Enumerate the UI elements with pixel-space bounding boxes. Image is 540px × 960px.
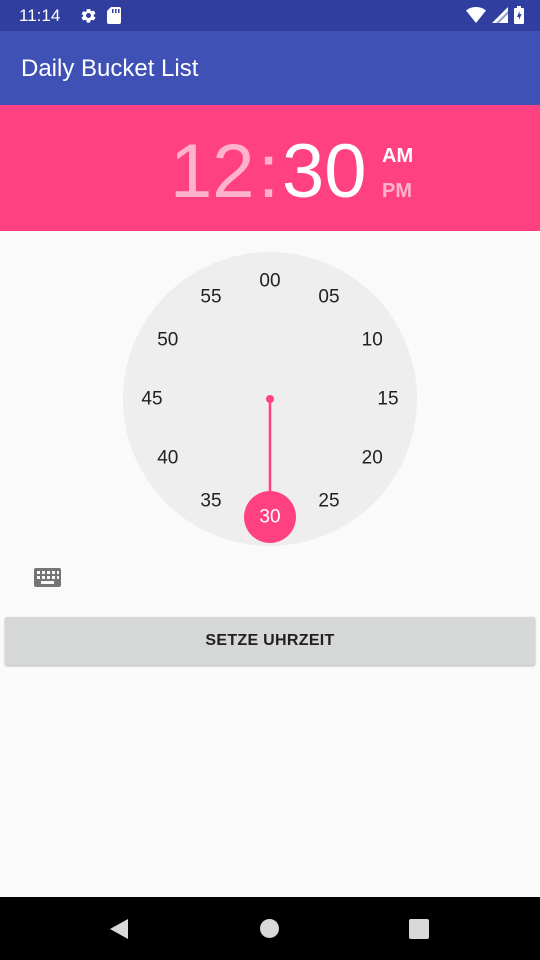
dial-label-15[interactable]: 15 (377, 389, 398, 410)
dial-label-30[interactable]: 30 (259, 507, 280, 528)
dial-label-35[interactable]: 35 (200, 491, 221, 512)
home-icon[interactable] (259, 918, 280, 944)
app-bar: Daily Bucket List (0, 31, 540, 105)
dial-label-20[interactable]: 20 (362, 448, 383, 469)
navigation-bar (0, 897, 540, 960)
app-title: Daily Bucket List (21, 55, 199, 82)
minute-dial[interactable]: 00 05 10 15 20 25 30 35 40 45 50 55 (123, 252, 417, 546)
dial-label-40[interactable]: 40 (157, 448, 178, 469)
gear-icon (80, 7, 97, 29)
battery-icon (514, 6, 524, 29)
am-toggle[interactable]: AM (382, 145, 413, 168)
recents-icon[interactable] (409, 919, 429, 944)
time-header: 12 : 30 AM PM (0, 105, 540, 231)
dial-label-25[interactable]: 25 (318, 491, 339, 512)
wifi-icon (466, 7, 486, 28)
hour-display[interactable]: 12 (170, 132, 255, 212)
dial-label-05[interactable]: 05 (318, 286, 339, 307)
dial-center (266, 395, 274, 403)
back-icon[interactable] (108, 918, 130, 945)
minute-display[interactable]: 30 (282, 132, 367, 212)
keyboard-icon[interactable] (34, 568, 61, 592)
sd-card-icon (107, 7, 121, 29)
status-time: 11:14 (19, 6, 61, 25)
dial-label-50[interactable]: 50 (157, 330, 178, 351)
signal-icon (492, 7, 508, 28)
dial-label-55[interactable]: 55 (200, 286, 221, 307)
dial-label-45[interactable]: 45 (141, 389, 162, 410)
status-bar: 11:14 (0, 0, 540, 31)
dial-label-00[interactable]: 00 (259, 271, 280, 292)
time-separator: : (258, 129, 280, 214)
set-time-button[interactable]: SETZE UHRZEIT (5, 617, 535, 665)
pm-toggle[interactable]: PM (382, 180, 412, 203)
dial-label-10[interactable]: 10 (362, 330, 383, 351)
